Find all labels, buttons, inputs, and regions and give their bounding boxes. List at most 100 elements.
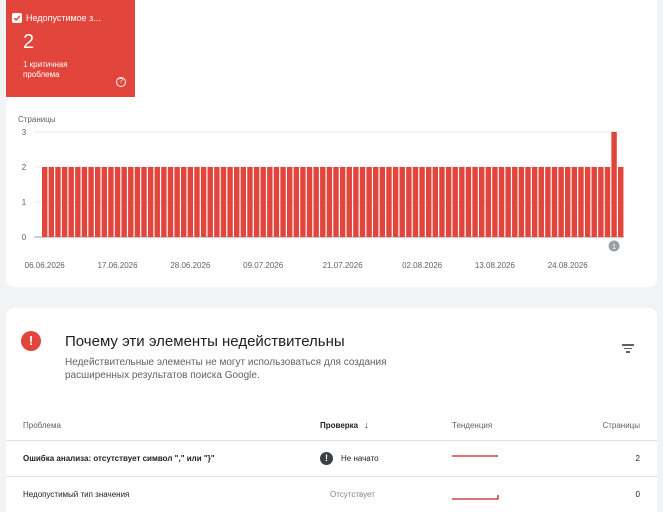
table-row[interactable]: Ошибка анализа: отсутствует символ "," и… (6, 441, 657, 477)
bar (492, 167, 498, 237)
bar (498, 167, 505, 237)
bar (154, 167, 160, 237)
bar (114, 167, 121, 237)
bar (55, 167, 61, 237)
bar (538, 167, 544, 237)
bar (101, 167, 108, 237)
bar (545, 167, 551, 237)
bar (300, 167, 306, 237)
bar (359, 167, 366, 237)
bar (598, 167, 604, 237)
bar (75, 167, 81, 237)
bar (604, 167, 611, 237)
bar (379, 167, 386, 237)
bar (121, 167, 127, 237)
header-trend: Тенденция (452, 420, 493, 430)
bar (313, 167, 319, 237)
row-pages: 0 (635, 490, 640, 499)
help-icon[interactable]: ? (116, 77, 126, 87)
bar (445, 167, 452, 237)
bar (353, 167, 359, 237)
bar (618, 167, 624, 237)
y-tick-label: 2 (22, 163, 27, 172)
bar (406, 167, 412, 237)
row-pages: 2 (635, 454, 640, 463)
y-tick-label: 0 (22, 233, 27, 242)
x-tick-label: 28.06.2026 (170, 261, 211, 270)
x-tick-label: 24.08.2026 (548, 261, 589, 270)
bar (247, 167, 253, 237)
bar (273, 167, 280, 237)
bar (366, 167, 372, 237)
x-tick-label: 09.07.2026 (243, 261, 284, 270)
x-tick-label: 13.08.2026 (475, 261, 516, 270)
bar (227, 167, 233, 237)
trend-sparkline (452, 441, 502, 476)
tile-header: Недопустимое з... (12, 13, 101, 23)
bar (280, 167, 286, 237)
summary-card: Недопустимое з... 2 1 критичная проблема… (6, 0, 657, 287)
bar (346, 167, 352, 237)
bar (558, 167, 564, 237)
trend-sparkline (452, 477, 502, 512)
filter-icon[interactable] (622, 344, 634, 353)
checkbox-checked-icon[interactable] (12, 13, 22, 23)
table-row[interactable]: Недопустимый тип значения Отсутствует 0 (6, 477, 657, 512)
header-issue[interactable]: Проблема (23, 410, 61, 440)
x-tick-label: 02.08.2026 (402, 261, 443, 270)
section-description: Недействительные элементы не могут испол… (65, 357, 387, 381)
issues-card: ! Почему эти элементы недействительны Не… (6, 308, 657, 512)
bar (42, 167, 48, 237)
bar (525, 167, 531, 237)
bar (240, 167, 247, 237)
bar (141, 167, 147, 237)
bar (392, 167, 399, 237)
x-tick-label: 06.06.2026 (25, 261, 66, 270)
bar (81, 167, 88, 237)
header-check-label: Проверка (320, 420, 359, 430)
bar (200, 167, 207, 237)
bar (181, 167, 187, 237)
bar (48, 167, 55, 237)
bar (174, 167, 180, 237)
error-icon: ! (21, 331, 41, 351)
tile-title: Недопустимое з... (26, 13, 101, 23)
x-tick-label: 21.07.2026 (323, 261, 364, 270)
bar (518, 167, 525, 237)
y-tick-label: 1 (22, 198, 27, 207)
bar (253, 167, 260, 237)
y-axis-label: Страницы (18, 115, 56, 124)
bar (373, 167, 379, 237)
bar (512, 167, 518, 237)
bar (419, 167, 425, 237)
bar (465, 167, 472, 237)
invalid-items-tile[interactable]: Недопустимое з... 2 1 критичная проблема… (6, 0, 135, 97)
bar (147, 167, 154, 237)
bar (267, 167, 273, 237)
bar (214, 167, 220, 237)
bar (452, 167, 458, 237)
bar (478, 167, 485, 237)
bar (194, 167, 200, 237)
header-pages[interactable]: Страницы (602, 410, 640, 440)
bar (286, 167, 293, 237)
bar (94, 167, 101, 237)
bar (386, 167, 392, 237)
bar (220, 167, 227, 237)
bar (439, 167, 445, 237)
bar (426, 167, 432, 237)
row-status: ! Не начато (320, 441, 379, 476)
bar (260, 167, 266, 237)
x-tick-label: 17.06.2026 (98, 261, 139, 270)
bar (207, 167, 213, 237)
bar (306, 167, 313, 237)
bar (339, 167, 346, 237)
header-check[interactable]: Проверка ↓ (320, 410, 369, 440)
tile-subtitle: 1 критичная проблема (23, 60, 68, 79)
row-issue: Недопустимый тип значения (23, 490, 130, 499)
bar (571, 167, 578, 237)
bar (161, 167, 167, 237)
bar (167, 167, 174, 237)
annotation-label: 1 (612, 244, 616, 251)
bar (459, 167, 465, 237)
